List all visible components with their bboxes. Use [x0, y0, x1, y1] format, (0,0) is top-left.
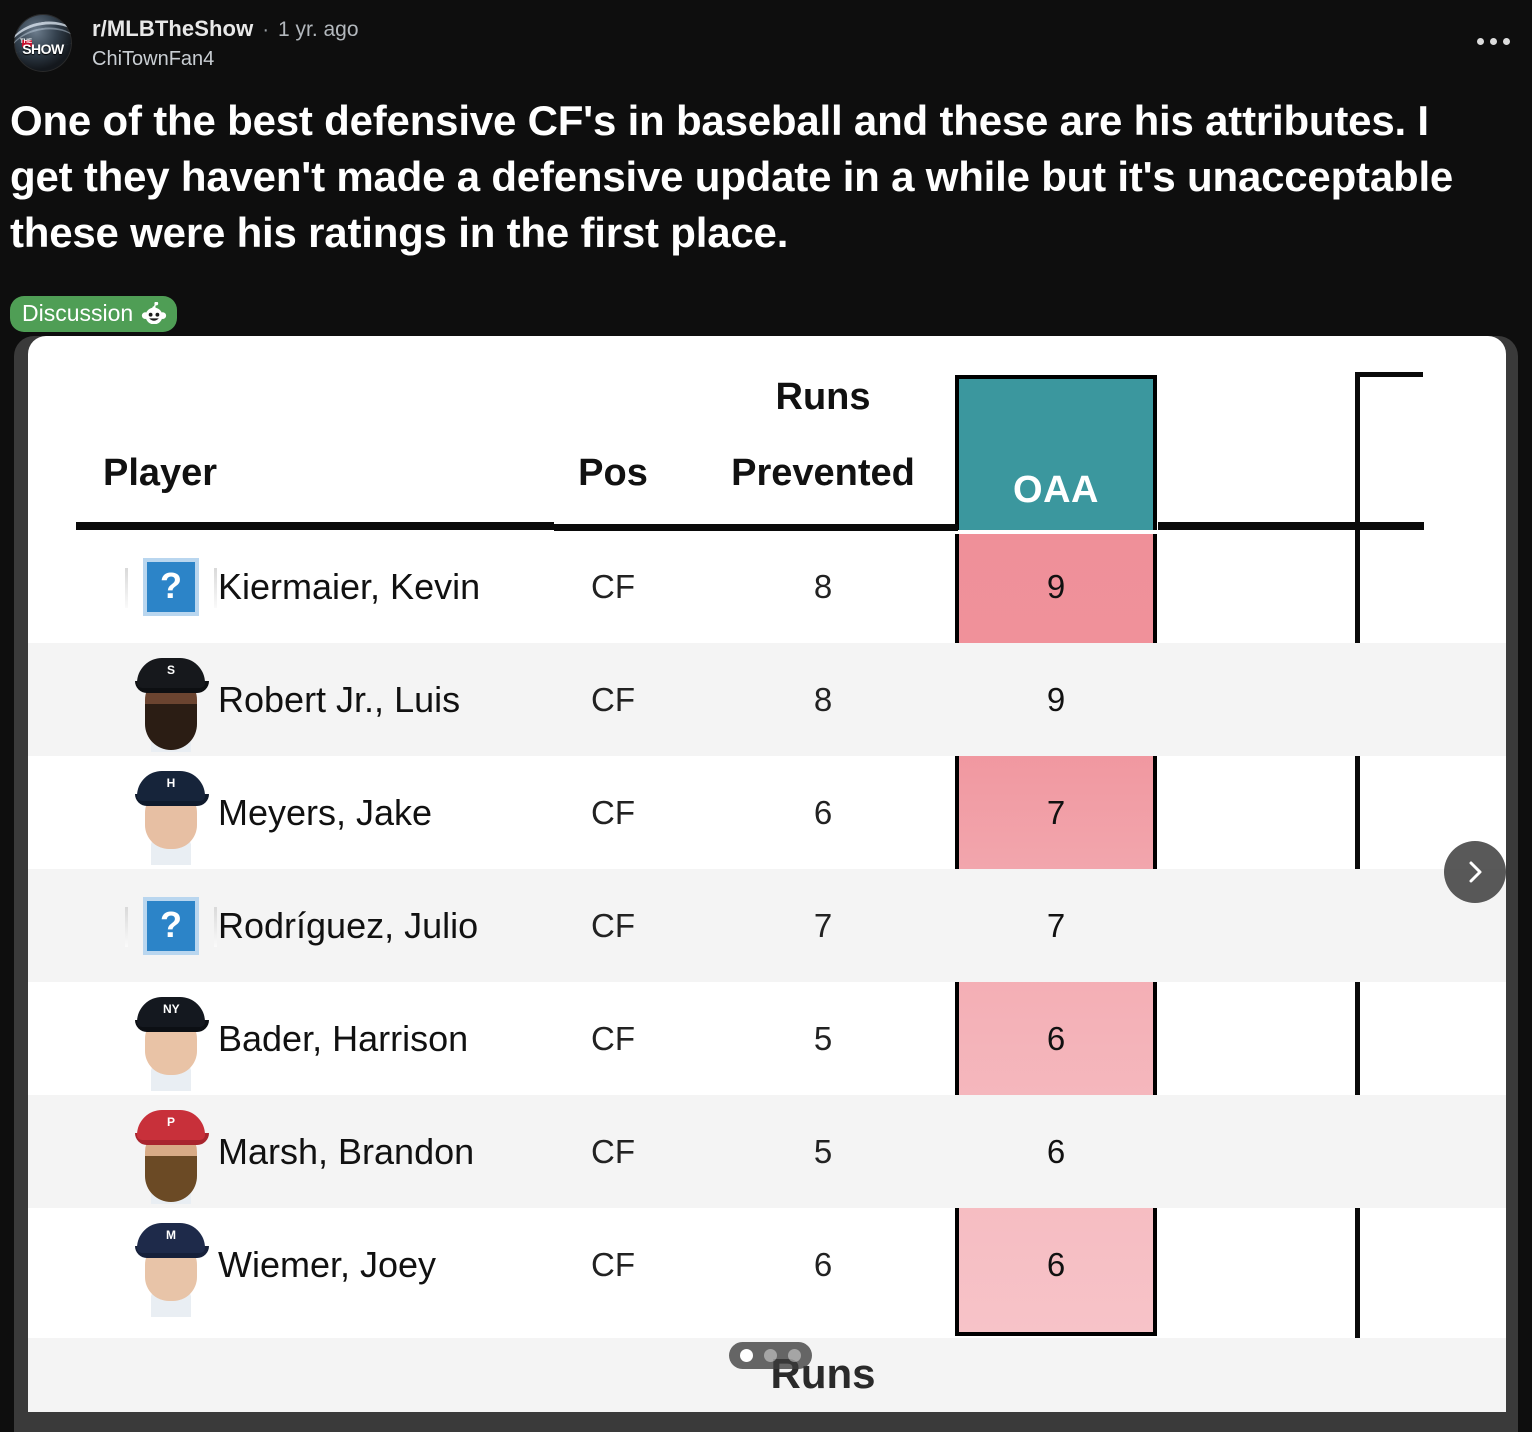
player-headshot: S [123, 646, 219, 754]
oaa-value: 7 [1046, 793, 1066, 831]
post-flair[interactable]: Discussion [10, 296, 178, 332]
overflow-dot [1477, 38, 1484, 45]
post-meta: r/MLBTheShow · 1 yr. ago ChiTownFan4 [92, 14, 359, 71]
broken-image-icon: ? [123, 872, 219, 980]
player-headshot: NY [123, 985, 219, 1093]
column-header-player: Player [103, 452, 218, 494]
runs-prevented-value: 7 [813, 906, 833, 944]
headshot-graphic: NY [125, 987, 217, 1091]
table-header-row: Player Pos Runs Prevented [28, 336, 1506, 531]
avatar-logo-text: SHOW [22, 41, 64, 57]
overflow-dot [1490, 38, 1497, 45]
stats-table: OAA Player Pos Runs Prevented ? Kiermaier… [28, 336, 1506, 1412]
reddit-post-screenshot: THE SHOW r/MLBTheShow · 1 yr. ago ChiTow… [0, 0, 1532, 1432]
broken-image-icon: ? [123, 533, 219, 641]
headshot-graphic: H [125, 761, 217, 865]
overflow-dot [1503, 38, 1510, 45]
post-age: 1 yr. ago [277, 18, 359, 41]
headshot-graphic: P [125, 1100, 217, 1204]
player-position: CF [591, 1132, 635, 1170]
player-headshot: P [123, 1098, 219, 1206]
post-author[interactable]: ChiTownFan4 [92, 48, 359, 71]
runs-prevented-value: 6 [813, 793, 833, 831]
table-row: S Robert Jr., Luis CF 8 9 [28, 643, 1506, 756]
player-name: Marsh, Brandon [218, 1130, 475, 1172]
oaa-value: 6 [1046, 1019, 1066, 1057]
oaa-value: 7 [1046, 906, 1066, 944]
carousel-next-button[interactable] [1444, 841, 1506, 903]
cap-logo: M [166, 1227, 176, 1242]
table-row: NY Bader, Harrison CF 5 6 [28, 982, 1506, 1095]
runs-prevented-value: 5 [813, 1019, 833, 1057]
reddit-snoo-icon [141, 302, 167, 324]
question-mark-glyph: ? [160, 564, 182, 606]
oaa-value: 9 [1046, 680, 1066, 718]
carousel-dot[interactable] [788, 1349, 801, 1362]
runs-prevented-value: 5 [813, 1132, 833, 1170]
player-name: Bader, Harrison [218, 1017, 469, 1059]
subreddit-name[interactable]: r/MLBTheShow [92, 16, 253, 42]
table-row: ? Rodríguez, Julio CF 7 7 [28, 869, 1506, 982]
subreddit-avatar[interactable]: THE SHOW [14, 14, 72, 72]
table-row: P Marsh, Brandon CF 5 6 [28, 1095, 1506, 1208]
headshot-graphic: M [125, 1213, 217, 1317]
question-mark-glyph: ? [160, 903, 182, 945]
headshot-graphic: S [125, 648, 217, 752]
carousel-dots[interactable] [729, 1342, 812, 1369]
player-position: CF [591, 906, 635, 944]
player-name: Rodríguez, Julio [218, 904, 479, 946]
player-name: Wiemer, Joey [218, 1243, 437, 1285]
table-row: M Wiemer, Joey CF 6 6 [28, 1208, 1506, 1321]
post-title: One of the best defensive CF's in baseba… [10, 97, 1454, 256]
player-name: Kiermaier, Kevin [218, 565, 481, 607]
cap-logo: P [166, 1114, 175, 1129]
player-position: CF [591, 793, 635, 831]
chevron-right-icon [1460, 857, 1490, 887]
player-name: Meyers, Jake [218, 791, 433, 833]
flair-label: Discussion [22, 300, 134, 326]
player-position: CF [591, 680, 635, 718]
broken-image-placeholder: ? [125, 557, 217, 616]
table-row: H Meyers, Jake CF 6 7 [28, 756, 1506, 869]
broken-image-placeholder: ? [125, 896, 217, 955]
cap-logo: NY [163, 1001, 180, 1016]
carousel-dot[interactable] [740, 1349, 753, 1362]
cap-logo: S [166, 662, 175, 677]
oaa-value: 6 [1046, 1132, 1066, 1170]
player-headshot: M [123, 1211, 219, 1319]
player-name: Robert Jr., Luis [218, 678, 461, 720]
player-position: CF [591, 567, 635, 605]
player-position: CF [591, 1245, 635, 1283]
runs-prevented-value: 8 [813, 567, 833, 605]
table-row: ? Kiermaier, Kevin CF 8 9 [28, 530, 1506, 643]
post-header: THE SHOW r/MLBTheShow · 1 yr. ago ChiTow… [14, 14, 359, 72]
meta-separator: · [262, 19, 269, 41]
oaa-value: 9 [1046, 567, 1066, 605]
post-image-card[interactable]: OAA Player Pos Runs Prevented ? Kiermaier… [28, 336, 1506, 1412]
runs-prevented-value: 8 [813, 680, 833, 718]
header-rule-left [76, 522, 554, 530]
column-header-runs: Runs [775, 376, 871, 418]
runs-prevented-value: 6 [813, 1245, 833, 1283]
column-header-prevented: Prevented [731, 452, 915, 494]
player-headshot: H [123, 759, 219, 867]
carousel-dot[interactable] [764, 1349, 777, 1362]
player-position: CF [591, 1019, 635, 1057]
overflow-menu-icon[interactable] [1469, 30, 1518, 53]
column-header-pos: Pos [578, 452, 648, 494]
table-body: ? Kiermaier, Kevin CF 8 9 S Robert Jr., Luis CF… [28, 530, 1506, 1321]
cap-logo: H [166, 775, 176, 790]
oaa-value: 6 [1046, 1245, 1066, 1283]
